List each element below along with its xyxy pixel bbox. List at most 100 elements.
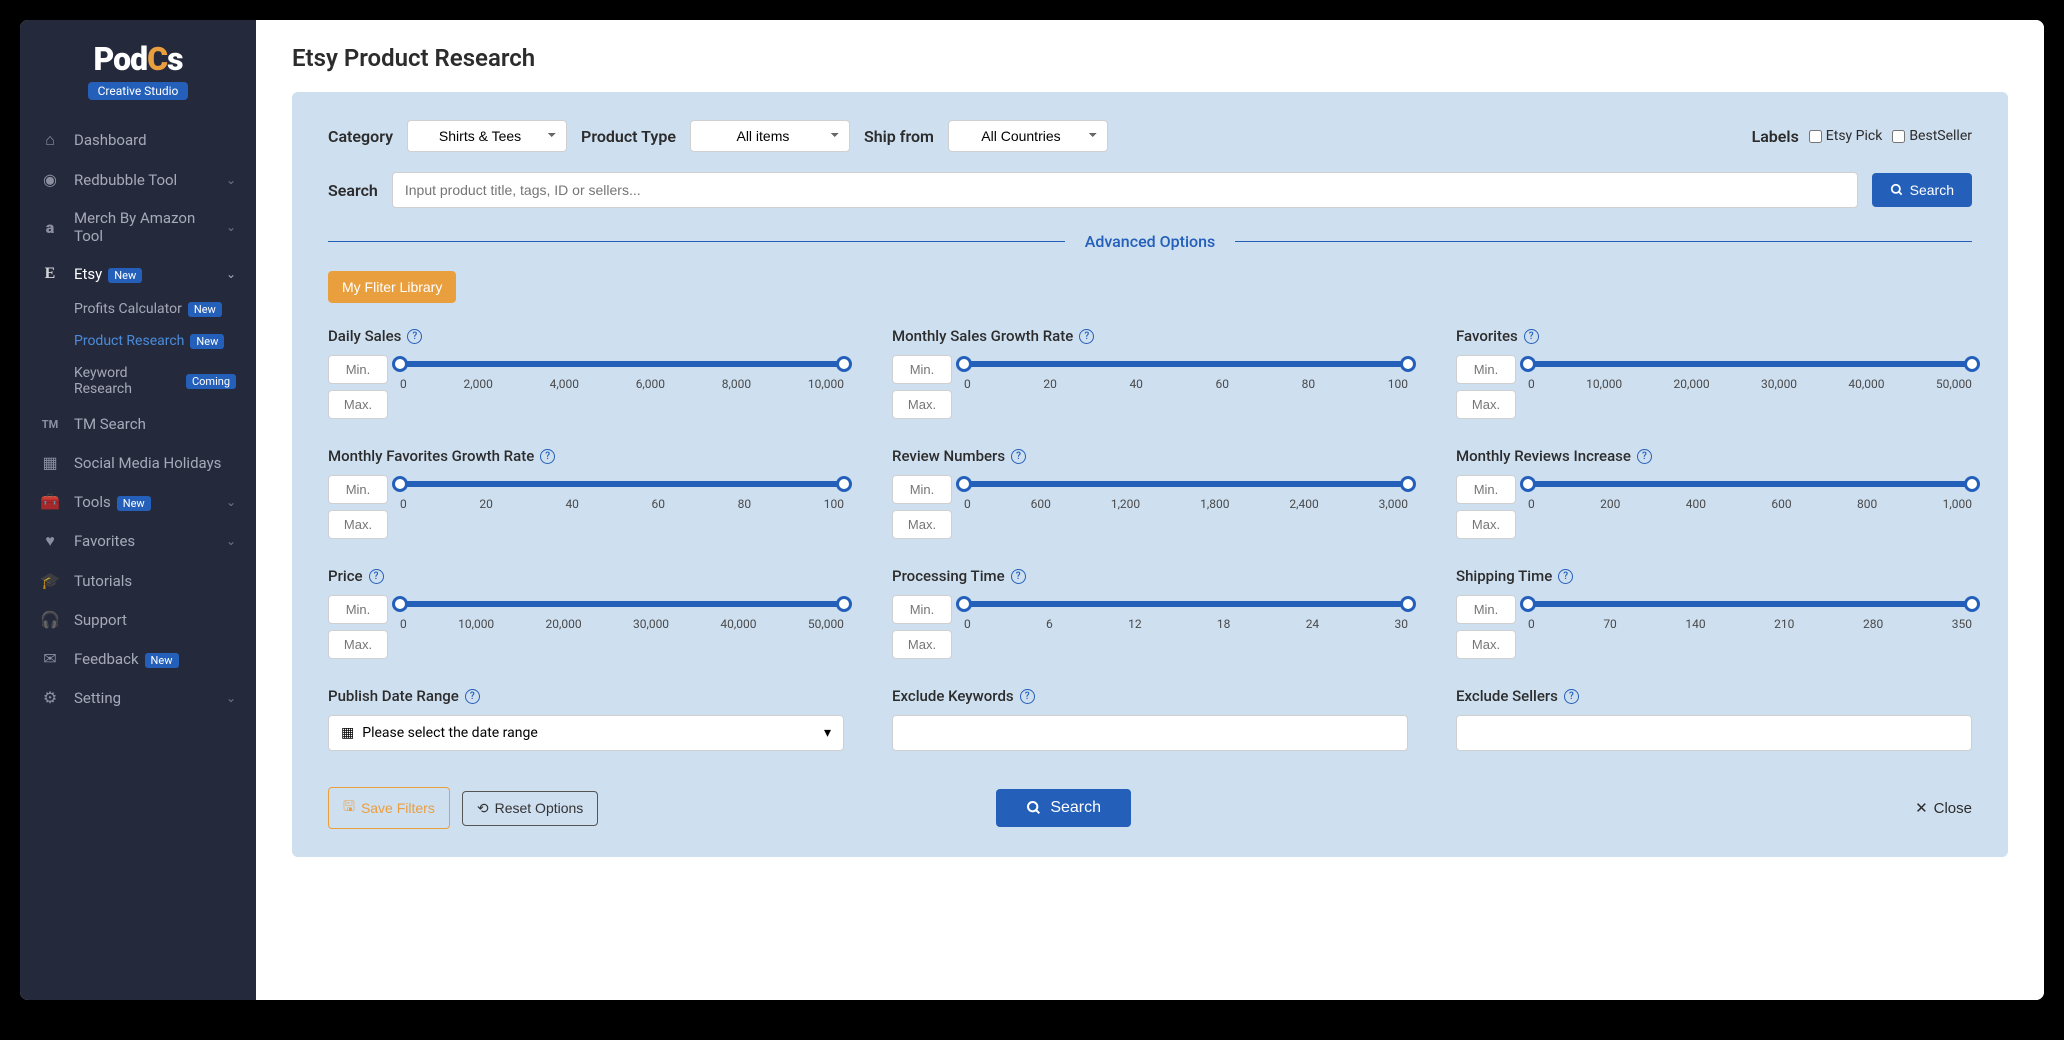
help-icon[interactable]: ? <box>407 329 422 344</box>
slider-handle-max[interactable] <box>1964 356 1980 372</box>
min-input[interactable] <box>328 595 388 624</box>
page-title: Etsy Product Research <box>292 44 2008 72</box>
product-type-select[interactable]: All items <box>690 120 850 152</box>
exclude-keywords-input[interactable] <box>892 715 1408 751</box>
mail-icon: ✉ <box>40 649 60 668</box>
slider-handle-max[interactable] <box>1964 596 1980 612</box>
sidebar-item-tutorials[interactable]: 🎓 Tutorials <box>20 561 256 600</box>
sidebar-item-favorites[interactable]: ♥ Favorites ⌄ <box>20 521 256 561</box>
sidebar-item-dashboard[interactable]: ⌂ Dashboard <box>20 120 256 160</box>
help-icon[interactable]: ? <box>1558 569 1573 584</box>
slider-handle-min[interactable] <box>1520 356 1536 372</box>
max-input[interactable] <box>328 630 388 659</box>
help-icon[interactable]: ? <box>465 689 480 704</box>
bestseller-checkbox[interactable]: BestSeller <box>1892 128 1972 144</box>
sidebar-item-redbubble[interactable]: ◉ Redbubble Tool ⌄ <box>20 160 256 199</box>
max-input[interactable] <box>892 630 952 659</box>
sidebar-item-holidays[interactable]: ▦ Social Media Holidays <box>20 443 256 482</box>
slider-handle-min[interactable] <box>956 356 972 372</box>
range-slider[interactable] <box>964 601 1408 607</box>
slider-handle-max[interactable] <box>1400 596 1416 612</box>
sidebar-sub-profits[interactable]: Profits CalculatorNew <box>74 293 256 325</box>
range-slider[interactable] <box>400 481 844 487</box>
advanced-options-header: Advanced Options <box>1085 232 1216 251</box>
sidebar-item-merch[interactable]: a Merch By Amazon Tool ⌄ <box>20 199 256 255</box>
max-input[interactable] <box>1456 510 1516 539</box>
close-button[interactable]: ✕ Close <box>1915 799 1972 817</box>
sidebar-item-etsy[interactable]: E EtsyNew ⌄ <box>20 255 256 293</box>
category-select[interactable]: Shirts & Tees <box>407 120 567 152</box>
max-input[interactable] <box>892 390 952 419</box>
ship-from-select[interactable]: All Countries <box>948 120 1108 152</box>
range-slider[interactable] <box>1528 601 1972 607</box>
sidebar-item-setting[interactable]: ⚙ Setting ⌄ <box>20 678 256 717</box>
search-icon <box>1890 183 1904 197</box>
slider-handle-min[interactable] <box>392 476 408 492</box>
sidebar-item-feedback[interactable]: ✉ FeedbackNew <box>20 639 256 678</box>
min-input[interactable] <box>328 475 388 504</box>
chevron-down-icon: ▾ <box>824 725 831 741</box>
min-input[interactable] <box>1456 355 1516 384</box>
chevron-down-icon: ⌄ <box>226 220 236 234</box>
range-slider[interactable] <box>400 601 844 607</box>
min-input[interactable] <box>1456 595 1516 624</box>
range-slider[interactable] <box>964 361 1408 367</box>
help-icon[interactable]: ? <box>1020 689 1035 704</box>
max-input[interactable] <box>1456 630 1516 659</box>
range-slider[interactable] <box>400 361 844 367</box>
range-slider[interactable] <box>1528 481 1972 487</box>
search-input[interactable] <box>392 172 1858 208</box>
graduation-icon: 🎓 <box>40 571 60 590</box>
search-button[interactable]: Search <box>1872 173 1972 207</box>
min-input[interactable] <box>328 355 388 384</box>
slider-handle-min[interactable] <box>956 476 972 492</box>
search-button-main[interactable]: Search <box>996 789 1131 827</box>
range-slider[interactable] <box>1528 361 1972 367</box>
slider-handle-max[interactable] <box>836 476 852 492</box>
slider-handle-max[interactable] <box>836 596 852 612</box>
chevron-down-icon: ⌄ <box>226 267 236 281</box>
min-input[interactable] <box>1456 475 1516 504</box>
sidebar-sub-product-research[interactable]: Product ResearchNew <box>74 325 256 357</box>
help-icon[interactable]: ? <box>1079 329 1094 344</box>
etsy-icon: E <box>40 265 60 283</box>
sidebar-item-support[interactable]: 🎧 Support <box>20 600 256 639</box>
min-input[interactable] <box>892 355 952 384</box>
slider-handle-max[interactable] <box>1964 476 1980 492</box>
max-input[interactable] <box>1456 390 1516 419</box>
help-icon[interactable]: ? <box>1564 689 1579 704</box>
sidebar-item-tm[interactable]: TM TM Search <box>20 405 256 443</box>
min-input[interactable] <box>892 595 952 624</box>
filter-library-button[interactable]: My Fliter Library <box>328 271 456 303</box>
save-filters-button[interactable]: 🖫 Save Filters <box>328 787 450 829</box>
help-icon[interactable]: ? <box>369 569 384 584</box>
slider-handle-min[interactable] <box>1520 476 1536 492</box>
sidebar-sub-keyword[interactable]: Keyword ResearchComing <box>74 357 256 405</box>
slider-handle-max[interactable] <box>836 356 852 372</box>
etsy-pick-checkbox[interactable]: Etsy Pick <box>1809 128 1883 144</box>
help-icon[interactable]: ? <box>1637 449 1652 464</box>
help-icon[interactable]: ? <box>540 449 555 464</box>
help-icon[interactable]: ? <box>1011 449 1026 464</box>
date-range-select[interactable]: ▦ Please select the date range ▾ <box>328 715 844 751</box>
sidebar-item-tools[interactable]: 🧰 ToolsNew ⌄ <box>20 482 256 521</box>
reset-button[interactable]: ⟲ Reset Options <box>462 791 598 826</box>
filter-monthly-reviews-increase: Monthly Reviews Increase?02004006008001,… <box>1456 447 1972 539</box>
filter-monthly-sales-growth-rate: Monthly Sales Growth Rate?020406080100 <box>892 327 1408 419</box>
help-icon[interactable]: ? <box>1011 569 1026 584</box>
max-input[interactable] <box>328 510 388 539</box>
slider-handle-min[interactable] <box>1520 596 1536 612</box>
help-icon[interactable]: ? <box>1524 329 1539 344</box>
labels-label: Labels <box>1752 127 1799 146</box>
exclude-sellers-input[interactable] <box>1456 715 1972 751</box>
slider-handle-max[interactable] <box>1400 476 1416 492</box>
max-input[interactable] <box>328 390 388 419</box>
slider-handle-min[interactable] <box>392 596 408 612</box>
product-type-label: Product Type <box>581 127 676 146</box>
range-slider[interactable] <box>964 481 1408 487</box>
slider-handle-min[interactable] <box>392 356 408 372</box>
slider-handle-min[interactable] <box>956 596 972 612</box>
min-input[interactable] <box>892 475 952 504</box>
max-input[interactable] <box>892 510 952 539</box>
slider-handle-max[interactable] <box>1400 356 1416 372</box>
